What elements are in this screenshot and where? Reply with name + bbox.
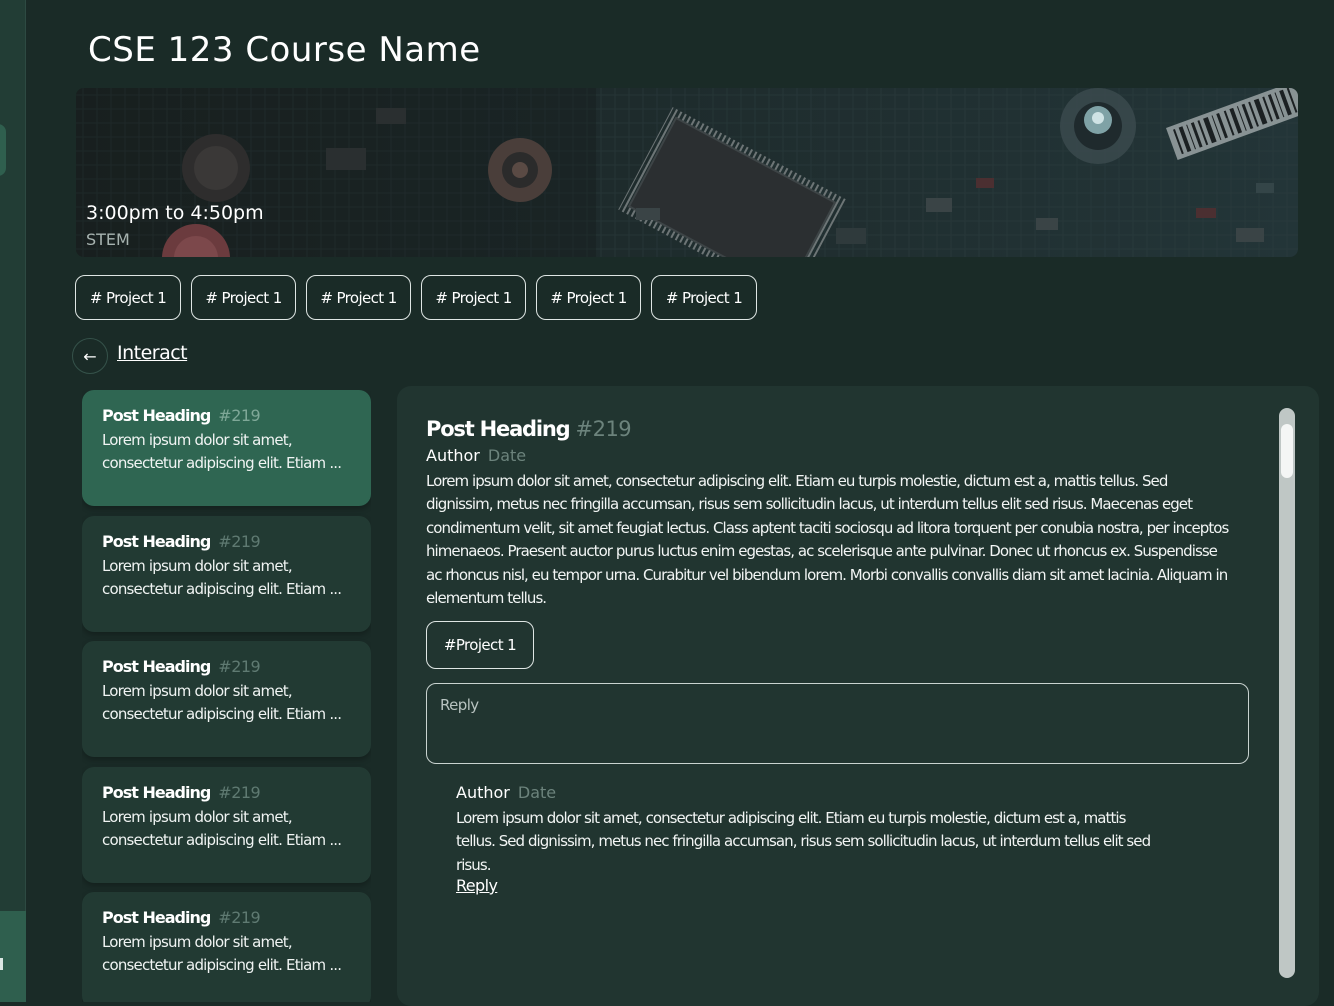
detail-heading-text: Post Heading: [426, 417, 571, 441]
tag-chip[interactable]: # Project 1: [651, 275, 757, 320]
comment-date: Date: [517, 783, 557, 802]
post-heading: Post Heading: [102, 657, 211, 676]
post-card[interactable]: Post Heading #219 Lorem ipsum dolor sit a…: [82, 516, 371, 632]
post-excerpt: Lorem ipsum dolor sit amet, consectetur …: [102, 682, 342, 723]
detail-body: Lorem ipsum dolor sit amet, consectetur …: [426, 472, 1229, 608]
interact-link[interactable]: Interact: [117, 342, 188, 364]
post-excerpt: Lorem ipsum dolor sit amet, consectetur …: [102, 557, 342, 598]
sidebar-active-item[interactable]: [0, 124, 6, 176]
comment-author[interactable]: Author: [456, 783, 510, 802]
detail-number: #219: [575, 417, 632, 441]
post-heading: Post Heading: [102, 783, 211, 802]
sidebar-bottom-indicator: [0, 958, 3, 970]
comment-reply-link[interactable]: Reply: [456, 876, 498, 895]
scrollbar-thumb[interactable]: [1281, 424, 1293, 478]
post-number: #219: [218, 783, 261, 802]
tag-list: # Project 1 # Project 1 # Project 1 # Pr…: [75, 275, 757, 320]
tag-chip[interactable]: # Project 1: [306, 275, 411, 320]
post-card[interactable]: Post Heading #219 Lorem ipsum dolor sit a…: [82, 390, 371, 506]
post-excerpt: Lorem ipsum dolor sit amet, consectetur …: [102, 431, 342, 472]
course-department: STEM: [86, 230, 130, 249]
post-excerpt: Lorem ipsum dolor sit amet, consectetur …: [102, 933, 342, 974]
detail-author[interactable]: Author: [426, 446, 480, 465]
detail-tag-chip[interactable]: #Project 1: [426, 621, 534, 669]
post-card[interactable]: Post Heading #219 Lorem ipsum dolor sit a…: [82, 641, 371, 757]
post-list: Post Heading #219 Lorem ipsum dolor sit a…: [82, 390, 371, 1002]
detail-date: Date: [487, 446, 527, 465]
tag-chip[interactable]: # Project 1: [191, 275, 296, 320]
detail-meta: Author Date: [426, 446, 526, 465]
comment-meta: Author Date: [456, 783, 556, 802]
back-arrow-icon[interactable]: ←: [72, 338, 108, 374]
page-title: CSE 123 Course Name: [88, 30, 481, 70]
post-detail-panel: Post Heading #219 Author Date Lorem ipsum …: [397, 386, 1319, 1006]
post-card[interactable]: Post Heading #219 Lorem ipsum dolor sit a…: [82, 892, 371, 1002]
post-excerpt: Lorem ipsum dolor sit amet, consectetur …: [102, 808, 342, 849]
course-time: 3:00pm to 4:50pm: [86, 202, 264, 224]
tag-chip[interactable]: # Project 1: [536, 275, 641, 320]
course-banner: 3:00pm to 4:50pm STEM: [76, 88, 1298, 257]
sidebar-bottom-item[interactable]: [0, 911, 26, 1002]
reply-input[interactable]: [426, 683, 1249, 764]
detail-heading: Post Heading #219: [426, 417, 632, 441]
comment-body: Lorem ipsum dolor sit amet, consectetur …: [456, 809, 1151, 874]
sidebar: [0, 0, 26, 1002]
scrollbar-track[interactable]: [1279, 408, 1295, 978]
post-heading: Post Heading: [102, 532, 211, 551]
post-card[interactable]: Post Heading #219 Lorem ipsum dolor sit a…: [82, 767, 371, 883]
post-number: #219: [218, 406, 261, 425]
post-number: #219: [218, 908, 261, 927]
circuit-board-image: [76, 88, 1298, 257]
post-number: #219: [218, 657, 261, 676]
tag-chip[interactable]: # Project 1: [421, 275, 526, 320]
post-heading: Post Heading: [102, 908, 211, 927]
post-heading: Post Heading: [102, 406, 211, 425]
post-number: #219: [218, 532, 261, 551]
tag-chip[interactable]: # Project 1: [75, 275, 181, 320]
